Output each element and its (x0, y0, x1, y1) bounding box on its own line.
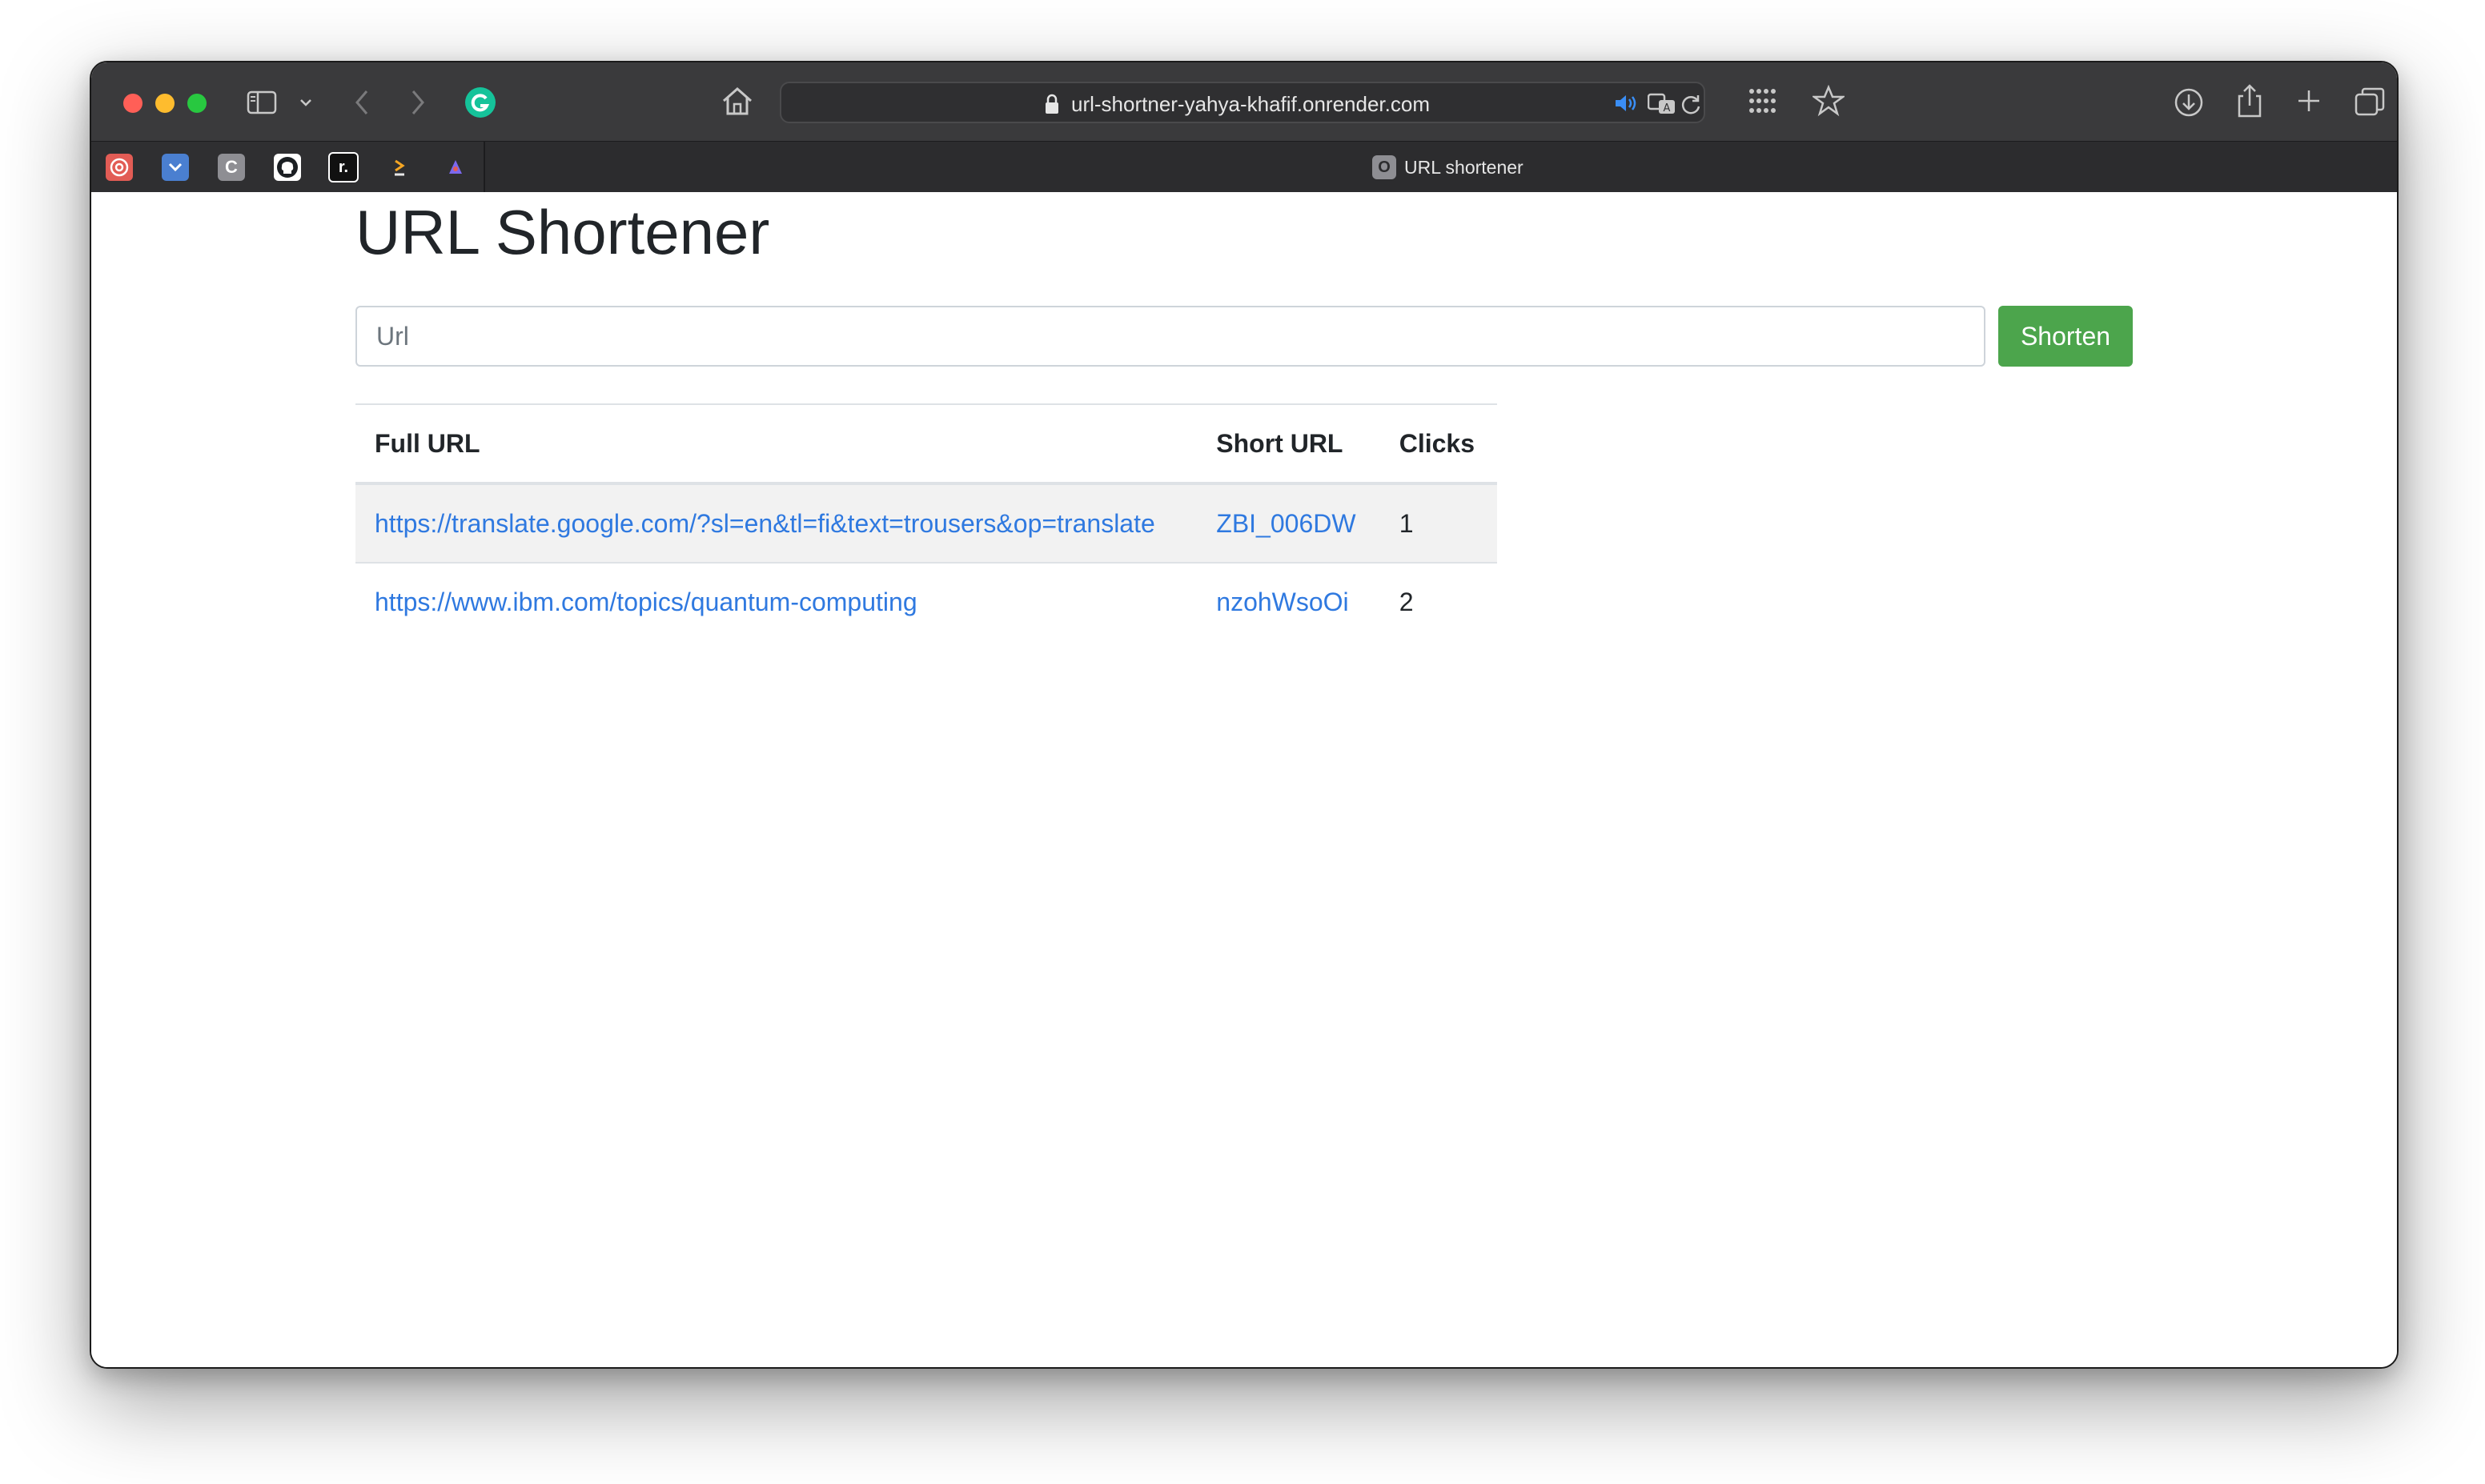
header-short-url: Short URL (1197, 404, 1380, 485)
favorite-pocket[interactable] (147, 142, 205, 193)
reload-icon[interactable] (1680, 93, 1702, 115)
speaker-icon[interactable] (1614, 93, 1638, 114)
shorten-button[interactable]: Shorten (1998, 306, 2133, 367)
table-row: https://www.ibm.com/topics/quantum-compu… (355, 562, 1497, 640)
minimize-window-button[interactable] (155, 94, 175, 113)
favorite-github[interactable] (259, 142, 317, 193)
share-icon[interactable] (2235, 83, 2264, 118)
table-header-row: Full URL Short URL Clicks (355, 404, 1497, 485)
tab-title: URL shortener (1404, 156, 1524, 178)
browser-toolbar: url-shortner-yahya-khafif.onrender.com A (91, 62, 2397, 141)
back-icon[interactable] (352, 88, 371, 117)
short-url-link[interactable]: ZBI_006DW (1216, 509, 1355, 538)
clicks-cell: 1 (1379, 483, 1497, 563)
c-icon: C (218, 154, 245, 181)
tab-url-shortener[interactable]: O URL shortener (1372, 153, 1524, 182)
header-clicks: Clicks (1379, 404, 1497, 485)
short-url-link[interactable]: nzohWsoOi (1216, 588, 1348, 616)
url-input[interactable] (355, 306, 1985, 367)
chevron-down-icon[interactable] (298, 94, 314, 110)
header-full-url: Full URL (355, 404, 1198, 485)
full-url-link[interactable]: https://translate.google.com/?sl=en&tl=f… (375, 509, 1155, 538)
urls-table: Full URL Short URL Clicks https://transl… (355, 403, 1497, 640)
favorite-r[interactable]: r. (315, 142, 373, 193)
full-url-cell: https://translate.google.com/?sl=en&tl=f… (355, 483, 1198, 563)
favorite-c[interactable]: C (203, 142, 261, 193)
home-icon[interactable] (721, 85, 754, 117)
code-icon (386, 154, 413, 181)
page-content: URL Shortener Shorten Full URL Short URL… (91, 192, 2397, 1367)
favorite-openai[interactable] (91, 142, 149, 193)
forward-icon[interactable] (408, 88, 428, 117)
new-tab-icon[interactable] (2296, 88, 2322, 114)
tab-bar: C r. O URL shortener (91, 141, 2397, 193)
browser-window: url-shortner-yahya-khafif.onrender.com A (90, 61, 2399, 1369)
lock-icon (1044, 93, 1060, 115)
favorite-pen[interactable] (428, 142, 485, 193)
full-url-link[interactable]: https://www.ibm.com/topics/quantum-compu… (375, 588, 917, 616)
grammarly-icon[interactable] (464, 86, 496, 118)
short-url-cell: nzohWsoOi (1197, 562, 1380, 640)
grid-icon[interactable] (1748, 88, 1777, 114)
full-url-cell: https://www.ibm.com/topics/quantum-compu… (355, 562, 1198, 640)
r-icon: r. (328, 152, 359, 182)
pen-icon (442, 154, 469, 181)
sidebar-toggle-icon[interactable] (247, 90, 279, 115)
star-icon[interactable] (1813, 85, 1845, 117)
address-text: url-shortner-yahya-khafif.onrender.com (1071, 92, 1430, 116)
tab-favicon: O (1372, 155, 1396, 179)
pocket-icon (162, 154, 189, 181)
translate-icon[interactable]: A (1648, 93, 1676, 115)
github-icon (274, 154, 301, 181)
address-bar[interactable]: url-shortner-yahya-khafif.onrender.com A (780, 82, 1705, 123)
short-url-cell: ZBI_006DW (1197, 483, 1380, 563)
clicks-cell: 2 (1379, 562, 1497, 640)
close-window-button[interactable] (123, 94, 143, 113)
favorite-code[interactable] (371, 142, 429, 193)
zoom-window-button[interactable] (187, 94, 207, 113)
table-row: https://translate.google.com/?sl=en&tl=f… (355, 483, 1497, 563)
openai-icon (106, 154, 133, 181)
tab-overview-icon[interactable] (2354, 86, 2386, 117)
page-title: URL Shortener (355, 197, 770, 267)
svg-text:A: A (1664, 102, 1671, 114)
download-icon[interactable] (2173, 86, 2205, 118)
